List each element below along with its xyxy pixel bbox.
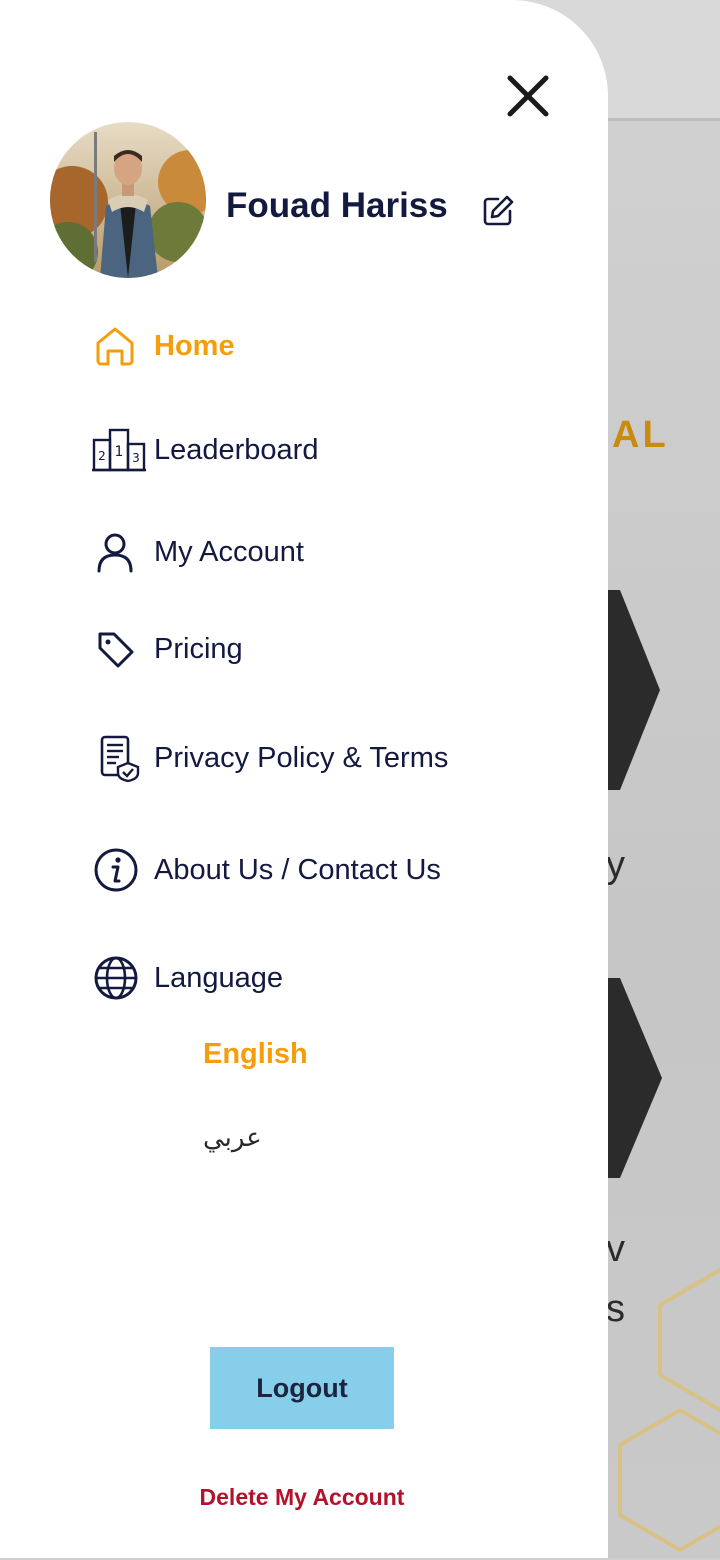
podium-icon: 1 2 3 [92, 426, 146, 474]
menu-item-label: Pricing [154, 632, 243, 665]
menu-item-label: Privacy Policy & Terms [154, 741, 449, 774]
logout-button[interactable]: Logout [210, 1347, 394, 1429]
svg-text:2: 2 [98, 449, 106, 463]
edit-profile-button[interactable] [480, 193, 516, 234]
menu-item-my-account[interactable]: My Account [92, 528, 304, 576]
user-name: Fouad Hariss [226, 186, 448, 225]
menu-item-about-contact[interactable]: About Us / Contact Us [92, 846, 441, 894]
background-text: y [606, 844, 625, 886]
close-icon [507, 75, 549, 117]
info-icon [92, 846, 146, 894]
edit-icon [483, 195, 514, 226]
navigation-drawer: Fouad Hariss Home 1 2 3 Leaderboard My A… [0, 0, 608, 1558]
menu-item-leaderboard[interactable]: 1 2 3 Leaderboard [92, 426, 318, 474]
tag-icon [92, 625, 146, 673]
delete-account-link[interactable]: Delete My Account [0, 1484, 604, 1511]
background-hexagon-pattern [618, 1267, 720, 1553]
menu-item-label: About Us / Contact Us [154, 853, 441, 886]
menu-item-label: Home [154, 329, 235, 362]
close-button[interactable] [500, 68, 556, 124]
user-icon [92, 528, 146, 576]
language-option-english[interactable]: English [203, 1038, 308, 1071]
document-shield-icon [92, 734, 146, 783]
avatar [50, 122, 206, 278]
language-option-arabic[interactable]: عربي [203, 1122, 262, 1153]
menu-item-language[interactable]: Language [92, 954, 283, 1002]
svg-text:3: 3 [132, 451, 140, 465]
home-icon [92, 322, 146, 370]
menu-item-pricing[interactable]: Pricing [92, 625, 243, 673]
menu-item-label: My Account [154, 535, 304, 568]
globe-icon [92, 954, 146, 1002]
menu-item-label: Language [154, 961, 284, 994]
menu-item-privacy-policy[interactable]: Privacy Policy & Terms [92, 734, 449, 783]
svg-text:1: 1 [115, 444, 124, 460]
background-heading: AL [612, 414, 669, 456]
menu-item-label: Leaderboard [154, 433, 319, 466]
menu-item-home[interactable]: Home [92, 322, 235, 370]
